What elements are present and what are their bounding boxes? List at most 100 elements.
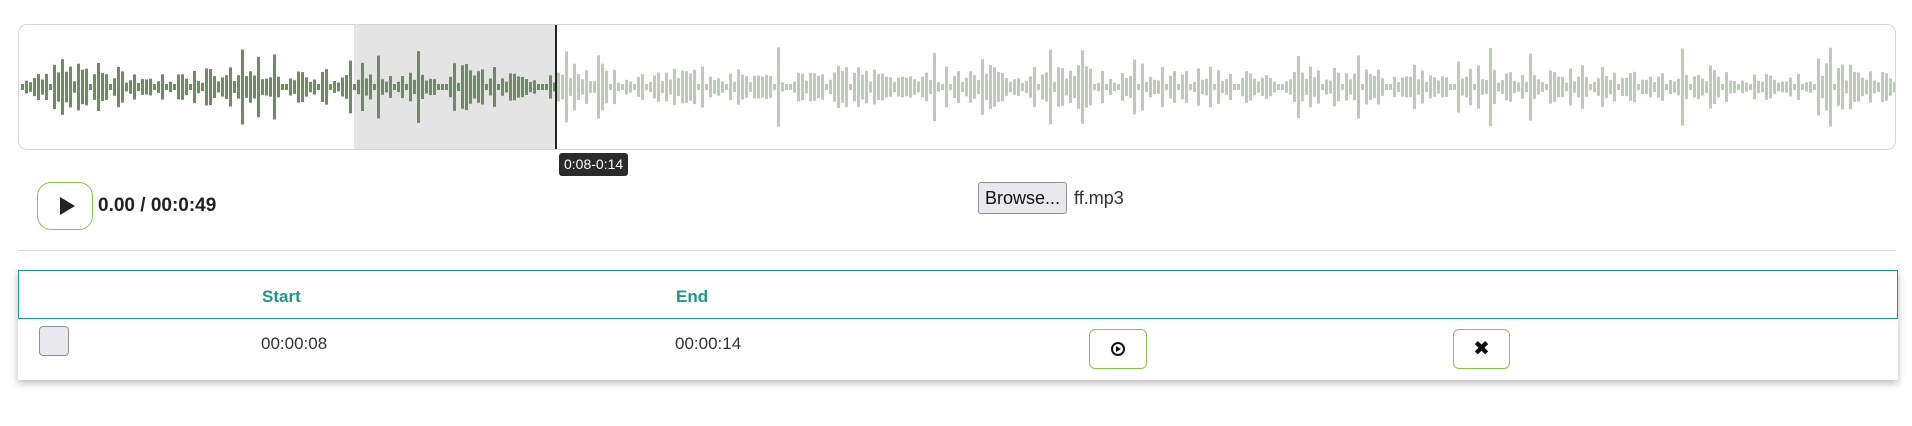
- waveform-bar: [1361, 84, 1364, 90]
- waveform-bar: [57, 72, 60, 102]
- waveform-bar: [1461, 78, 1464, 96]
- waveform-bar: [145, 79, 148, 95]
- waveform-bar: [717, 78, 720, 96]
- waveform-bar: [365, 78, 368, 96]
- playhead-cursor[interactable]: [555, 25, 557, 149]
- waveform-bar: [1617, 84, 1620, 90]
- waveform-bar: [1593, 81, 1596, 93]
- waveform-bar: [65, 71, 68, 103]
- waveform-bar: [1705, 81, 1708, 93]
- waveform-bar: [605, 70, 608, 104]
- waveform-bar: [477, 71, 480, 103]
- waveform-bar: [909, 76, 912, 98]
- waveform-bar: [1497, 82, 1500, 92]
- waveform-bar: [1373, 75, 1376, 99]
- waveform-bar: [1857, 72, 1860, 102]
- waveform-bar: [325, 69, 328, 105]
- waveform-bar: [1741, 80, 1744, 94]
- waveform-bar: [173, 84, 176, 90]
- waveform-bar: [1541, 82, 1544, 92]
- waveform-bar: [1745, 82, 1748, 92]
- waveform-bar: [433, 79, 436, 95]
- waveform-bar: [153, 84, 156, 90]
- waveform-bar: [1165, 84, 1168, 90]
- waveform-bar: [1317, 70, 1320, 104]
- waveform-bar: [917, 81, 920, 93]
- waveform[interactable]: [19, 25, 1895, 149]
- waveform-bar: [1245, 71, 1248, 103]
- waveform-bar: [1781, 81, 1784, 93]
- waveform-bar: [45, 73, 48, 100]
- waveform-bar: [1305, 79, 1308, 95]
- waveform-bar: [329, 84, 332, 90]
- waveform-bar: [1325, 79, 1328, 95]
- waveform-bar: [1445, 77, 1448, 97]
- waveform-bar: [1269, 77, 1272, 97]
- waveform-bar: [249, 71, 252, 103]
- waveform-bar: [769, 75, 772, 99]
- waveform-bar: [1037, 84, 1040, 90]
- waveform-bar: [1321, 84, 1324, 90]
- waveform-bar: [561, 74, 564, 100]
- waveform-bar: [613, 69, 616, 105]
- waveform-bar: [1749, 84, 1752, 90]
- waveform-bar: [533, 80, 536, 94]
- waveform-bar: [1609, 79, 1612, 95]
- row-checkbox[interactable]: [39, 326, 69, 356]
- waveform-bar: [1721, 84, 1724, 90]
- waveform-bar: [897, 77, 900, 97]
- waveform-bar: [1785, 81, 1788, 93]
- waveform-bar: [1533, 75, 1536, 99]
- waveform-bar: [373, 84, 376, 90]
- waveform-bar: [781, 82, 784, 92]
- waveform-bar: [297, 71, 300, 103]
- waveform-bar: [1145, 82, 1148, 92]
- delete-region-button[interactable]: ✖: [1453, 329, 1510, 369]
- waveform-bar: [29, 82, 32, 92]
- waveform-bar: [1433, 77, 1436, 97]
- waveform-bar: [121, 71, 124, 103]
- waveform-bar: [1173, 71, 1176, 103]
- waveform-bar: [1669, 79, 1672, 95]
- waveform-bar: [33, 77, 36, 97]
- waveform-bar: [509, 73, 512, 101]
- waveform-bar: [617, 82, 620, 92]
- file-name: ff.mp3: [1074, 187, 1124, 208]
- waveform-bar: [745, 76, 748, 98]
- waveform-bar: [85, 68, 88, 106]
- waveform-bar: [1717, 76, 1720, 98]
- waveform-bar: [497, 84, 500, 90]
- waveform-bar: [1553, 72, 1556, 102]
- waveform-bar: [1577, 76, 1580, 98]
- waveform-panel[interactable]: [18, 24, 1896, 150]
- waveform-bar: [161, 74, 164, 100]
- waveform-bar: [1813, 84, 1816, 90]
- browse-button[interactable]: Browse...: [978, 182, 1068, 214]
- waveform-bar: [1069, 70, 1072, 104]
- waveform-bar: [1821, 75, 1824, 99]
- play-region-button[interactable]: [1089, 329, 1147, 369]
- waveform-bar: [1889, 78, 1892, 96]
- waveform-bar: [629, 81, 632, 93]
- waveform-bar: [1121, 73, 1124, 101]
- waveform-bar: [937, 82, 940, 92]
- waveform-bar: [849, 84, 852, 90]
- waveform-bar: [757, 75, 760, 99]
- waveform-bar: [125, 82, 128, 92]
- waveform-bar: [1141, 63, 1144, 111]
- waveform-bar: [1357, 55, 1360, 119]
- waveform-bar: [453, 63, 456, 111]
- waveform-bar: [1381, 78, 1384, 96]
- waveform-bar: [1265, 75, 1268, 99]
- waveform-bar: [681, 70, 684, 104]
- waveform-bar: [621, 84, 624, 90]
- waveform-bar: [753, 75, 756, 99]
- waveform-bar: [597, 55, 600, 119]
- waveform-bar: [1653, 82, 1656, 92]
- waveform-bar: [1517, 82, 1520, 92]
- waveform-bar: [1881, 72, 1884, 103]
- play-button[interactable]: [37, 182, 93, 230]
- waveform-bar: [293, 80, 296, 94]
- waveform-bar: [1045, 72, 1048, 102]
- waveform-bar: [637, 77, 640, 97]
